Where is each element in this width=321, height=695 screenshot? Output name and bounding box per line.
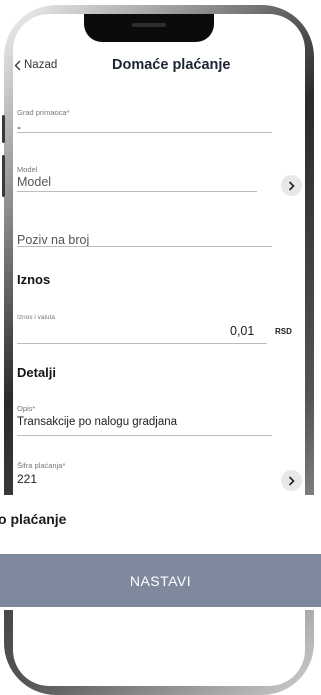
payment-code-select-button[interactable] <box>281 470 302 491</box>
back-button[interactable]: Nazad <box>14 59 57 71</box>
model-select-button[interactable] <box>281 175 302 196</box>
city-label: Grad primaoca* <box>17 108 70 117</box>
chevron-right-icon <box>288 475 295 486</box>
page-title: Domaće plaćanje <box>112 57 231 73</box>
payment-code-field[interactable]: Šifra plaćanja* 221 <box>17 461 272 489</box>
model-field[interactable]: Model Model <box>17 165 272 193</box>
amount-label: Iznos i valuta <box>17 314 55 321</box>
continue-button[interactable]: NASTAVI <box>0 554 321 607</box>
reference-underline <box>17 246 272 247</box>
model-input[interactable]: Model <box>17 175 272 189</box>
app-header: Nazad Domaće plaćanje <box>0 55 321 79</box>
back-label: Nazad <box>24 59 58 71</box>
chevron-left-icon <box>14 60 21 70</box>
description-underline <box>17 435 272 436</box>
phone-notch <box>84 14 214 42</box>
model-label: Model <box>17 165 38 174</box>
details-section-title: Detalji <box>17 365 57 380</box>
amount-value[interactable]: 0,01 <box>230 324 254 338</box>
phone-side-button <box>2 155 5 197</box>
description-label: Opis* <box>17 404 36 413</box>
payment-code-label: Šifra plaćanja* <box>17 461 66 470</box>
reference-field[interactable]: Poziv na broj <box>17 233 272 247</box>
city-field[interactable]: Grad primaoca* - <box>17 108 272 134</box>
chevron-right-icon <box>288 180 295 191</box>
description-field[interactable]: Opis* Transakcije po nalogu gradjana <box>17 404 272 437</box>
phone-speaker <box>132 23 166 27</box>
city-underline <box>17 132 272 133</box>
model-underline <box>17 191 257 192</box>
payment-type-label: o plaćanje <box>0 511 67 527</box>
amount-underline <box>17 343 267 344</box>
description-value[interactable]: Transakcije po nalogu gradjana <box>17 416 272 428</box>
bottom-sheet: o plaćanje NASTAVI <box>0 495 321 610</box>
amount-section-title: Iznos <box>17 272 51 287</box>
currency-label: RSD <box>275 327 292 336</box>
reference-input[interactable]: Poziv na broj <box>17 233 272 247</box>
payment-code-value: 221 <box>17 472 38 486</box>
phone-side-button <box>2 115 5 143</box>
